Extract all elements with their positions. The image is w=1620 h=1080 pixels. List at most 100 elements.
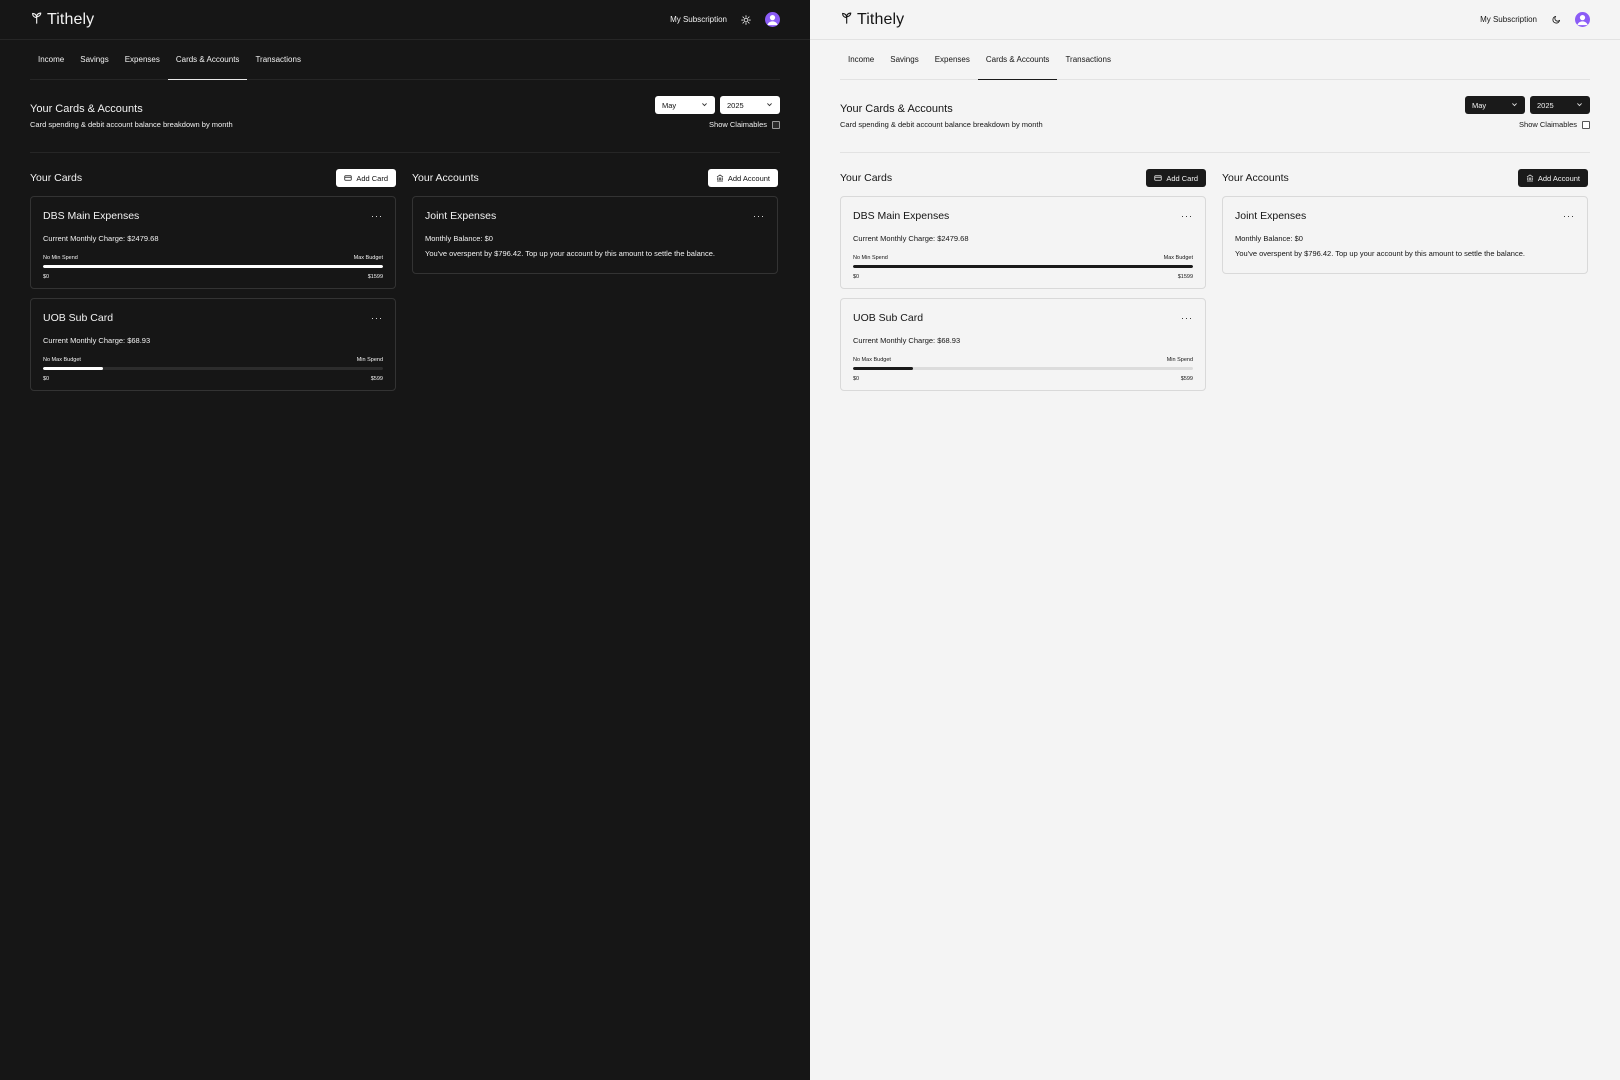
page-header: Your Cards & Accounts Card spending & de… [840,80,1590,153]
spend-progress-fill [43,265,383,268]
tab-transactions[interactable]: Transactions [247,40,309,79]
tab-cards-accounts[interactable]: Cards & Accounts [977,40,1058,80]
page-subtitle: Card spending & debit account balance br… [840,120,1043,129]
credit-card-icon [344,174,352,182]
page-title: Your Cards & Accounts [30,103,143,115]
bar-max-value: $599 [370,376,383,382]
account-item: Joint Expenses ··· Monthly Balance: $0 Y… [1222,196,1588,274]
spend-progress-bar [43,367,383,370]
add-card-button[interactable]: Add Card [1146,169,1206,187]
bar-max-value: $1599 [367,274,383,280]
main-tabs: Income Savings Expenses Cards & Accounts… [840,40,1590,80]
tab-income[interactable]: Income [30,40,72,79]
add-card-label: Add Card [1166,173,1198,183]
bar-max-value: $1599 [1177,274,1193,280]
bar-left-label: No Min Spend [43,255,78,261]
dark-theme-pane: Tithely My Subscription Income Savings E… [0,0,810,1080]
moon-icon[interactable] [1550,14,1562,26]
card-monthly-charge: Current Monthly Charge: $2479.68 [43,234,159,243]
bar-max-value: $599 [1180,376,1193,382]
spend-progress-bar [43,265,383,268]
chevron-down-icon [701,101,708,110]
accounts-section-title: Your Accounts [1222,172,1289,184]
my-subscription-link[interactable]: My Subscription [1480,15,1537,24]
year-value: 2025 [1537,100,1554,110]
add-card-label: Add Card [356,173,388,183]
card-item: DBS Main Expenses ··· Current Monthly Ch… [30,196,396,289]
card-item: UOB Sub Card ··· Current Monthly Charge:… [840,298,1206,391]
bar-right-label: Max Budget [353,255,383,261]
page-title: Your Cards & Accounts [840,103,953,115]
spend-progress-fill [43,367,103,370]
add-account-button[interactable]: Add Account [1517,169,1588,187]
bar-left-label: No Max Budget [43,357,81,363]
more-options-icon[interactable]: ··· [1181,212,1193,221]
tab-expenses[interactable]: Expenses [927,40,978,79]
brand-name: Tithely [857,10,905,28]
card-item: DBS Main Expenses ··· Current Monthly Ch… [840,196,1206,289]
add-account-button[interactable]: Add Account [707,169,778,187]
tab-savings[interactable]: Savings [882,40,926,79]
add-account-label: Add Account [727,173,770,183]
card-name: DBS Main Expenses [853,210,950,222]
add-account-label: Add Account [1537,173,1580,183]
top-header: Tithely My Subscription [810,0,1620,40]
month-select[interactable]: May [1465,96,1525,114]
bar-left-label: No Min Spend [853,255,888,261]
year-select[interactable]: 2025 [720,96,780,114]
tab-transactions[interactable]: Transactions [1057,40,1119,79]
account-balance: Monthly Balance: $0 [425,234,493,243]
sprout-icon [31,11,44,29]
bar-right-label: Min Spend [1166,357,1193,363]
month-select[interactable]: May [655,96,715,114]
month-value: May [1472,100,1487,110]
bar-min-value: $0 [43,376,50,382]
show-claimables-label: Show Claimables [1519,120,1577,129]
show-claimables-checkbox[interactable] [772,120,780,129]
add-card-button[interactable]: Add Card [336,169,396,187]
account-balance: Monthly Balance: $0 [1235,234,1303,243]
show-claimables-checkbox[interactable] [1582,120,1590,129]
cards-column: Your Cards Add Card DBS Main Expenses ··… [30,169,396,400]
chevron-down-icon [1576,101,1583,110]
more-options-icon[interactable]: ··· [1181,314,1193,323]
brand-logo[interactable]: Tithely [841,11,904,29]
card-monthly-charge: Current Monthly Charge: $68.93 [43,336,151,345]
cards-section-title: Your Cards [30,172,83,184]
credit-card-icon [1154,174,1162,182]
spend-progress-fill [853,367,913,370]
bar-min-value: $0 [853,376,860,382]
light-theme-pane: Tithely My Subscription Income Savings E… [810,0,1620,1080]
spend-progress-fill [853,265,1193,268]
user-avatar[interactable] [1575,12,1590,27]
year-select[interactable]: 2025 [1530,96,1590,114]
page-header: Your Cards & Accounts Card spending & de… [30,80,780,153]
tab-cards-accounts[interactable]: Cards & Accounts [167,40,248,80]
more-options-icon[interactable]: ··· [371,314,383,323]
chevron-down-icon [766,101,773,110]
tab-savings[interactable]: Savings [72,40,116,79]
more-options-icon[interactable]: ··· [371,212,383,221]
page-subtitle: Card spending & debit account balance br… [30,120,233,129]
card-monthly-charge: Current Monthly Charge: $68.93 [853,336,961,345]
sun-icon[interactable] [740,14,752,26]
bank-icon [716,174,724,182]
bar-right-label: Min Spend [356,357,383,363]
more-options-icon[interactable]: ··· [1563,212,1575,221]
card-monthly-charge: Current Monthly Charge: $2479.68 [853,234,969,243]
cards-column: Your Cards Add Card DBS Main Expenses ··… [840,169,1206,400]
tab-income[interactable]: Income [840,40,882,79]
more-options-icon[interactable]: ··· [753,212,765,221]
accounts-column: Your Accounts Add Account Joint Expenses… [1222,169,1588,400]
user-avatar[interactable] [765,12,780,27]
bar-right-label: Max Budget [1163,255,1193,261]
tab-expenses[interactable]: Expenses [117,40,168,79]
my-subscription-link[interactable]: My Subscription [670,15,727,24]
bank-icon [1526,174,1534,182]
accounts-section-title: Your Accounts [412,172,479,184]
account-name: Joint Expenses [1235,210,1307,222]
card-name: DBS Main Expenses [43,210,140,222]
main-tabs: Income Savings Expenses Cards & Accounts… [30,40,780,80]
brand-logo[interactable]: Tithely [31,11,94,29]
account-note: You've overspent by $796.42. Top up your… [425,249,715,258]
